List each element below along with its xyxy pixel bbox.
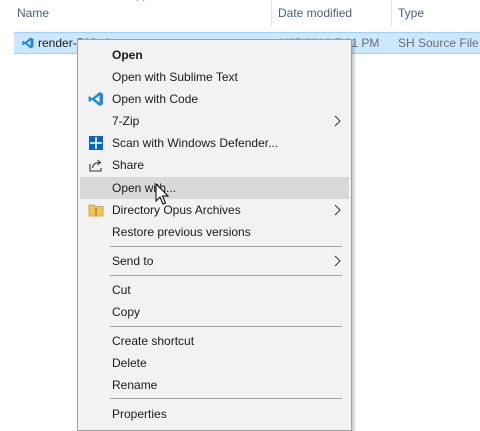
column-type-header[interactable]: Type	[398, 6, 424, 20]
menu-item-label: Open	[112, 48, 143, 62]
menu-item-copy[interactable]: Copy	[80, 301, 349, 323]
vscode-icon	[88, 92, 103, 106]
menu-item-label: 7-Zip	[112, 114, 140, 128]
menu-item-label: Send to	[112, 254, 154, 268]
menu-item-create-shortcut[interactable]: Create shortcut	[80, 330, 349, 352]
menu-item-label: Cut	[112, 283, 131, 297]
menu-item-open[interactable]: Open	[80, 44, 349, 66]
share-icon	[89, 159, 102, 172]
menu-item-label: Copy	[112, 305, 141, 319]
menu-item-share[interactable]: Share	[80, 154, 349, 176]
column-divider[interactable]	[391, 0, 392, 27]
menu-item-open-sublime[interactable]: Open with Sublime Text	[80, 66, 349, 88]
menu-item-cut[interactable]: Cut	[80, 279, 349, 301]
menu-item-restore-previous-versions[interactable]: Restore previous versions	[80, 221, 349, 243]
sort-ascending-icon	[136, 0, 145, 2]
menu-item-rename[interactable]: Rename	[80, 374, 349, 396]
chevron-right-icon	[334, 115, 341, 127]
column-header: Name Date modified Type	[0, 0, 480, 27]
menu-item-label: Directory Opus Archives	[112, 203, 241, 217]
chevron-right-icon	[334, 204, 341, 216]
menu-item-scan-defender[interactable]: Scan with Windows Defender...	[80, 132, 349, 154]
chevron-right-icon	[334, 255, 341, 267]
column-name-header[interactable]: Name	[17, 6, 49, 20]
file-type: SH Source File	[398, 36, 479, 50]
menu-item-label: Open with Code	[112, 92, 199, 106]
menu-item-label: Rename	[112, 378, 158, 392]
menu-separator	[110, 275, 342, 276]
menu-item-label: Properties	[112, 407, 167, 421]
windows-defender-icon	[89, 136, 103, 150]
menu-item-send-to[interactable]: Send to	[80, 250, 349, 272]
menu-item-label: Restore previous versions	[112, 225, 251, 239]
mouse-pointer-icon	[155, 183, 170, 205]
menu-separator	[110, 326, 342, 327]
vscode-file-icon	[22, 37, 34, 49]
menu-item-open-with[interactable]: Open with...	[80, 177, 349, 199]
menu-item-label: Scan with Windows Defender...	[112, 136, 279, 150]
menu-separator	[110, 246, 342, 247]
menu-item-label: Create shortcut	[112, 334, 195, 348]
menu-separator	[110, 398, 342, 399]
archive-folder-icon	[88, 204, 104, 217]
column-divider[interactable]	[271, 0, 272, 27]
menu-item-delete[interactable]: Delete	[80, 352, 349, 374]
menu-item-open-code[interactable]: Open with Code	[80, 88, 349, 110]
menu-item-directory-opus-archives[interactable]: Directory Opus Archives	[80, 199, 349, 221]
context-menu: Open Open with Sublime Text Open with Co…	[77, 39, 352, 431]
menu-item-label: Share	[112, 158, 145, 172]
column-date-modified-header[interactable]: Date modified	[278, 6, 352, 20]
menu-item-label: Open with Sublime Text	[112, 70, 238, 84]
menu-item-7zip[interactable]: 7-Zip	[80, 110, 349, 132]
menu-item-label: Delete	[112, 356, 147, 370]
